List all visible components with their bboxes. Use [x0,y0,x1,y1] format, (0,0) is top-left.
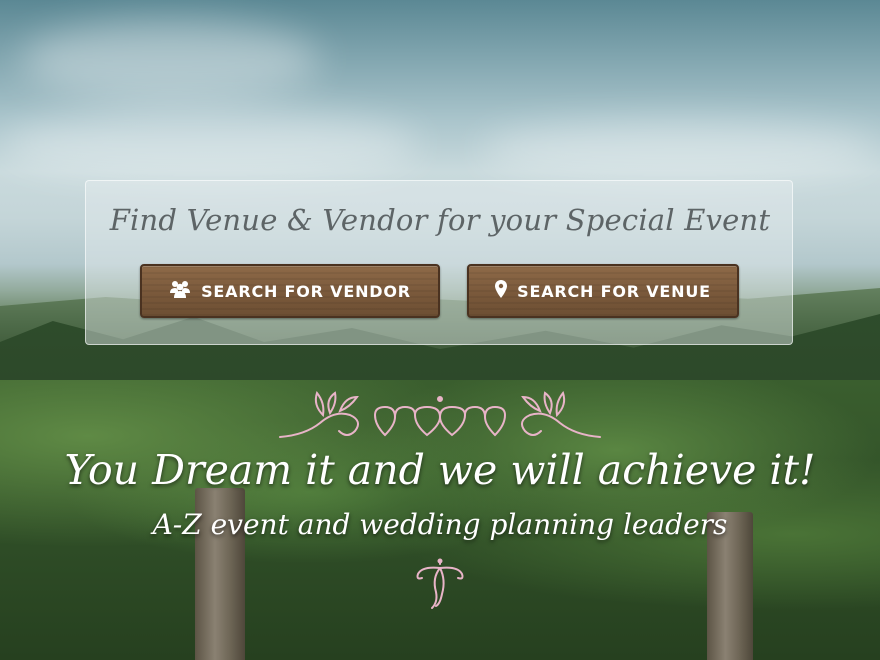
cloud [20,20,320,100]
hero-tagline: You Dream it and we will achieve it! [64,446,816,494]
search-panel: Find Venue & Vendor for your Special Eve… [85,180,793,345]
map-pin-icon [495,280,508,302]
search-vendor-label: SEARCH FOR VENDOR [201,281,411,301]
hearts-ornament-icon [279,390,601,438]
cloud [0,110,420,180]
search-venue-label: SEARCH FOR VENUE [517,281,711,301]
search-venue-button[interactable]: SEARCH FOR VENUE [467,264,739,318]
search-title: Find Venue & Vendor for your Special Eve… [109,203,771,237]
search-vendor-button[interactable]: SEARCH FOR VENDOR [140,264,440,318]
group-icon [169,279,191,303]
cloud [480,120,880,180]
hero-subline: A-Z event and wedding planning leaders [152,508,728,541]
flourish-icon [416,558,464,609]
